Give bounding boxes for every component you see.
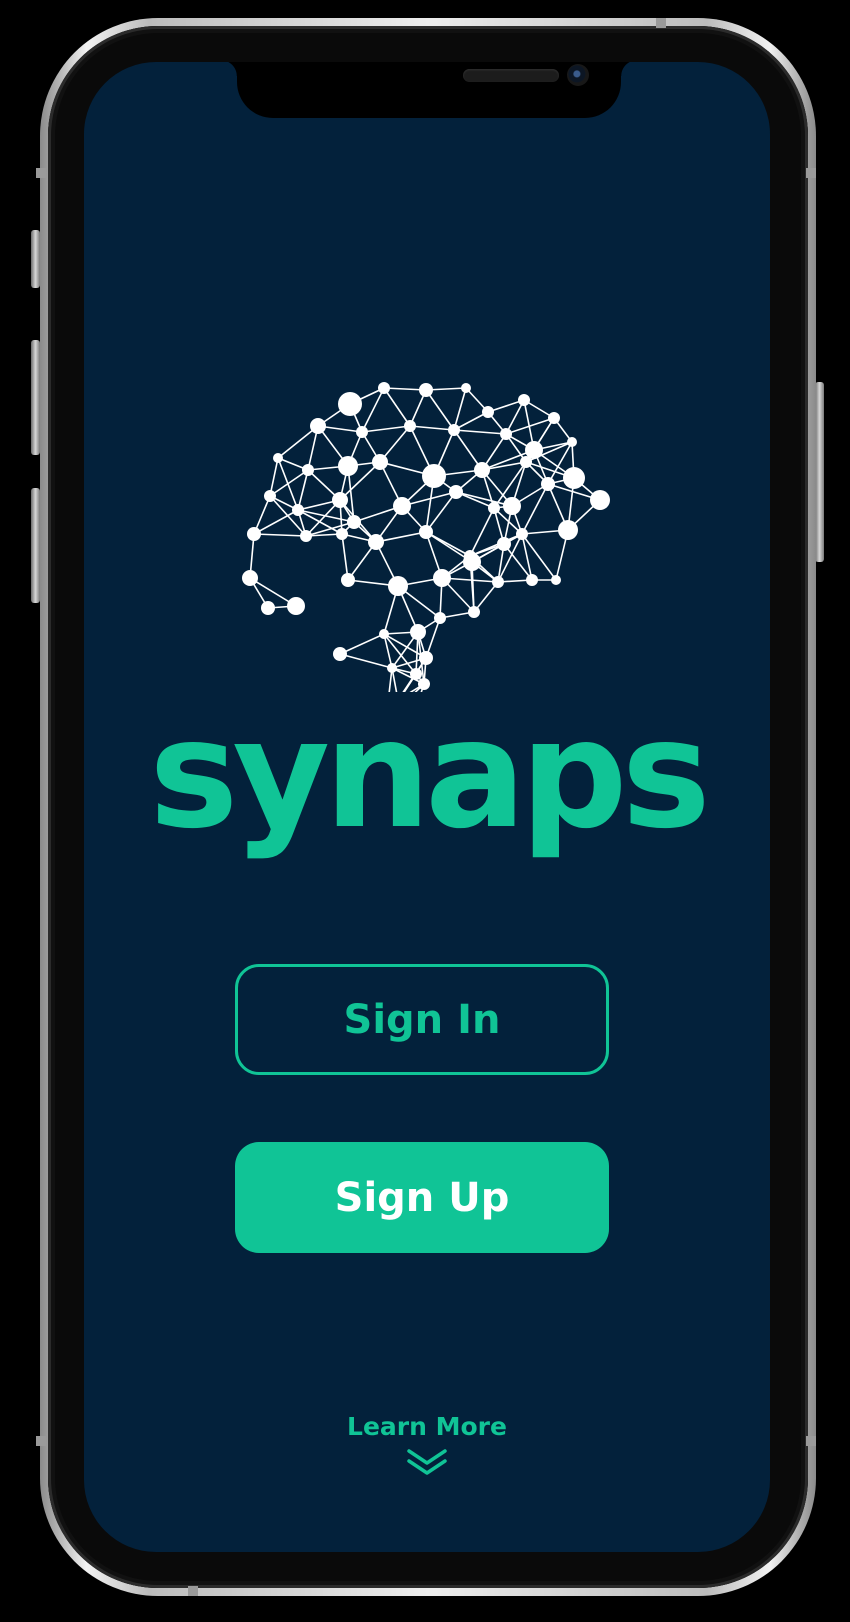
brain-node — [300, 530, 312, 542]
app-screen: synaps Sign In Sign Up Learn More — [84, 62, 770, 1552]
brain-node — [356, 426, 368, 438]
sign-up-label: Sign Up — [334, 1174, 510, 1221]
brain-node — [302, 464, 314, 476]
brain-node — [563, 467, 585, 489]
brain-node — [590, 490, 610, 510]
brain-connection — [339, 633, 385, 655]
brain-connection — [425, 389, 455, 431]
brain-node — [468, 606, 480, 618]
sign-in-button[interactable]: Sign In — [235, 964, 609, 1075]
brain-node — [434, 612, 446, 624]
brain-node — [419, 525, 433, 539]
brain-node — [264, 490, 276, 502]
brand-name: synaps — [149, 688, 711, 862]
speaker-grille — [463, 69, 559, 82]
brain-connection — [339, 653, 393, 669]
brain-connection — [383, 387, 411, 427]
brain-connection — [253, 533, 307, 537]
volume-down-button — [31, 488, 40, 603]
notch — [221, 62, 637, 118]
sign-up-button[interactable]: Sign Up — [235, 1142, 609, 1253]
brain-node — [368, 534, 384, 550]
brain-node — [448, 424, 460, 436]
brain-node — [410, 668, 422, 680]
brain-node — [387, 663, 397, 673]
brain-connection — [453, 429, 507, 435]
brain-node — [463, 553, 481, 571]
brain-node — [433, 569, 451, 587]
brain-node — [422, 464, 446, 488]
brain-connection — [469, 533, 523, 557]
learn-more-label: Learn More — [347, 1412, 507, 1441]
brain-node — [287, 597, 305, 615]
brain-node — [388, 576, 408, 596]
brain-node — [242, 570, 258, 586]
brain-node — [500, 428, 512, 440]
power-button — [815, 382, 824, 562]
phone-mockup: synaps Sign In Sign Up Learn More — [0, 0, 850, 1622]
antenna-line — [36, 1436, 46, 1446]
learn-more-link[interactable]: Learn More — [84, 1412, 770, 1477]
brain-node — [492, 576, 504, 588]
brain-node — [379, 629, 389, 639]
brain-node — [378, 382, 390, 394]
brain-node — [488, 502, 500, 514]
brain-node — [474, 462, 490, 478]
brain-node — [332, 492, 348, 508]
brain-node — [336, 528, 348, 540]
front-camera — [567, 64, 589, 86]
volume-up-button — [31, 340, 40, 455]
antenna-line — [806, 168, 816, 178]
brain-node — [551, 575, 561, 585]
brain-node — [372, 454, 388, 470]
brain-node — [482, 406, 494, 418]
brain-node — [520, 456, 532, 468]
brain-node — [347, 515, 361, 529]
brain-node — [410, 624, 426, 640]
brain-node — [526, 574, 538, 586]
brain-node — [341, 573, 355, 587]
brain-node — [273, 453, 283, 463]
brain-connection — [253, 509, 299, 535]
brain-connection — [297, 509, 355, 523]
antenna-line — [656, 18, 666, 28]
brain-node — [558, 520, 578, 540]
double-chevron-down-icon — [407, 1449, 447, 1475]
brain-node — [516, 528, 528, 540]
brain-node — [497, 537, 511, 551]
sign-in-label: Sign In — [343, 996, 501, 1043]
mute-switch — [31, 230, 40, 288]
brain-node — [338, 392, 362, 416]
brain-node — [292, 504, 304, 516]
antenna-line — [806, 1436, 816, 1446]
brain-node — [338, 456, 358, 476]
brain-node — [518, 394, 530, 406]
brain-node — [503, 497, 521, 515]
brain-node — [449, 485, 463, 499]
antenna-line — [188, 1586, 198, 1596]
brain-connection — [361, 425, 411, 433]
brain-node — [567, 437, 577, 447]
brain-network-icon — [242, 382, 610, 692]
brain-node — [333, 647, 347, 661]
brain-node — [541, 477, 555, 491]
brain-node — [419, 651, 433, 665]
brain-node — [461, 383, 471, 393]
antenna-line — [36, 168, 46, 178]
brain-node — [393, 497, 411, 515]
brain-node — [548, 412, 560, 424]
brain-node — [404, 420, 416, 432]
brain-node — [310, 418, 326, 434]
brain-connection — [361, 387, 385, 433]
brain-node — [247, 527, 261, 541]
brain-node — [419, 383, 433, 397]
brain-node — [261, 601, 275, 615]
brain-connection — [409, 425, 455, 431]
